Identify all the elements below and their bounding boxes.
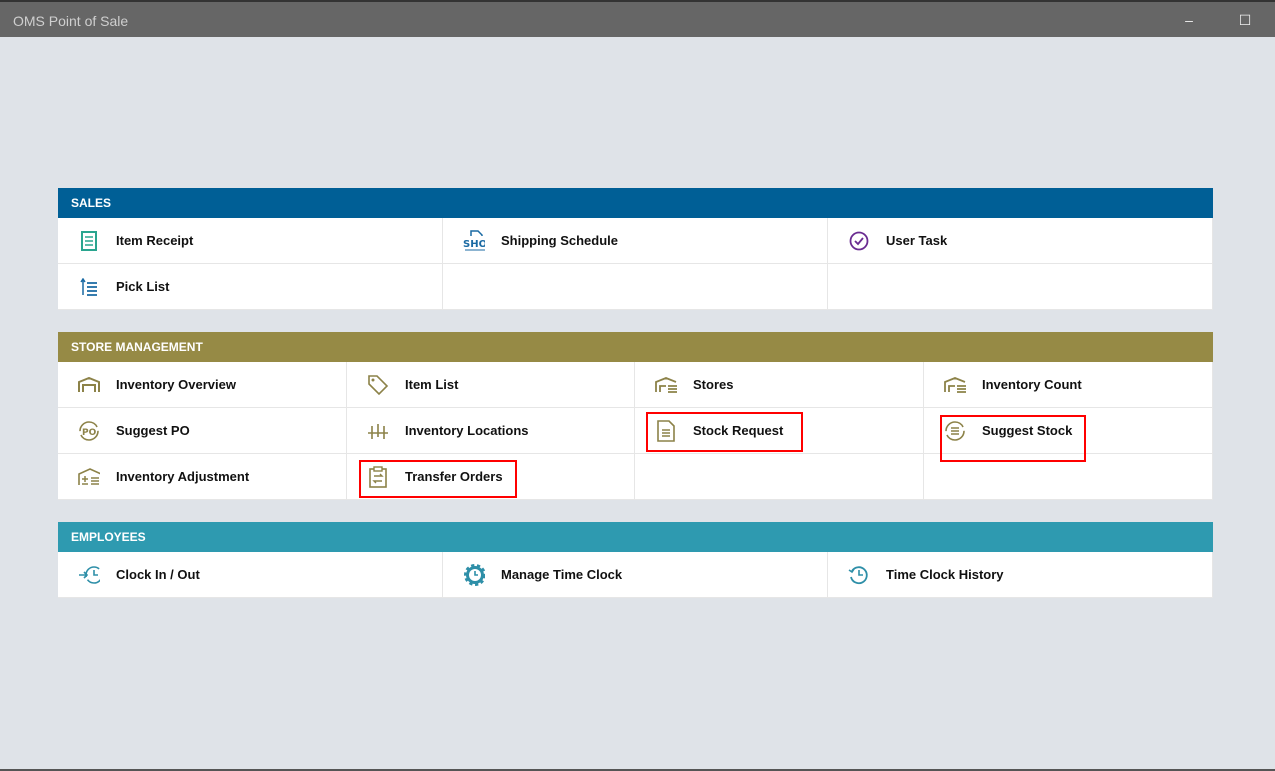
section-header: STORE MANAGEMENT <box>58 332 1213 362</box>
svg-text:PO: PO <box>82 428 97 438</box>
empty-cell <box>828 264 1213 310</box>
gear-clock-icon <box>463 563 485 586</box>
receipt-icon <box>78 230 100 252</box>
inventory-count-icon <box>944 374 966 396</box>
shipping-schedule-icon: SHO <box>463 229 485 252</box>
tile-inventory-count[interactable]: Inventory Count <box>924 362 1213 408</box>
tile-clock-in-out[interactable]: Clock In / Out <box>58 552 443 598</box>
locations-icon <box>367 420 389 442</box>
store-management-section: STORE MANAGEMENT Inventory Overview Item… <box>58 332 1213 500</box>
history-icon <box>848 564 870 586</box>
empty-cell <box>443 264 828 310</box>
tile-shipping-schedule[interactable]: SHO Shipping Schedule <box>443 218 828 264</box>
tile-stock-request[interactable]: Stock Request <box>635 408 924 454</box>
tile-manage-time-clock[interactable]: Manage Time Clock <box>443 552 828 598</box>
store-icon <box>655 374 677 396</box>
tile-item-receipt[interactable]: Item Receipt <box>58 218 443 264</box>
adjustment-icon <box>78 466 100 488</box>
tile-pick-list[interactable]: Pick List <box>58 264 443 310</box>
tile-stores[interactable]: Stores <box>635 362 924 408</box>
document-icon <box>655 419 677 442</box>
check-circle-icon <box>848 230 870 252</box>
tile-inventory-locations[interactable]: Inventory Locations <box>347 408 635 454</box>
empty-cell <box>635 454 924 500</box>
title-bar: OMS Point of Sale – ☐ <box>0 0 1275 37</box>
tile-suggest-po[interactable]: PO Suggest PO <box>58 408 347 454</box>
clock-in-icon <box>78 564 100 586</box>
svg-text:SHO: SHO <box>463 239 485 250</box>
section-header: EMPLOYEES <box>58 522 1213 552</box>
section-header: SALES <box>58 188 1213 218</box>
tile-transfer-orders[interactable]: Transfer Orders <box>347 454 635 500</box>
empty-cell <box>924 454 1213 500</box>
tile-inventory-adjustment[interactable]: Inventory Adjustment <box>58 454 347 500</box>
tile-inventory-overview[interactable]: Inventory Overview <box>58 362 347 408</box>
minimize-button[interactable]: – <box>1174 8 1204 32</box>
employees-section: EMPLOYEES Clock In / Out Manage Time Clo… <box>58 522 1213 598</box>
suggest-po-icon: PO <box>78 420 100 442</box>
tile-time-clock-history[interactable]: Time Clock History <box>828 552 1213 598</box>
tile-suggest-stock[interactable]: Suggest Stock <box>924 408 1213 454</box>
window-title: OMS Point of Sale <box>13 13 129 29</box>
maximize-button[interactable]: ☐ <box>1230 8 1260 32</box>
tag-icon <box>367 374 389 396</box>
tile-user-task[interactable]: User Task <box>828 218 1213 264</box>
pick-list-icon <box>78 276 100 298</box>
sales-section: SALES Item Receipt SHO Shipping Schedule … <box>58 188 1213 310</box>
suggest-stock-icon <box>944 420 966 442</box>
warehouse-icon <box>78 374 100 396</box>
tile-item-list[interactable]: Item List <box>347 362 635 408</box>
clipboard-transfer-icon <box>367 465 389 488</box>
